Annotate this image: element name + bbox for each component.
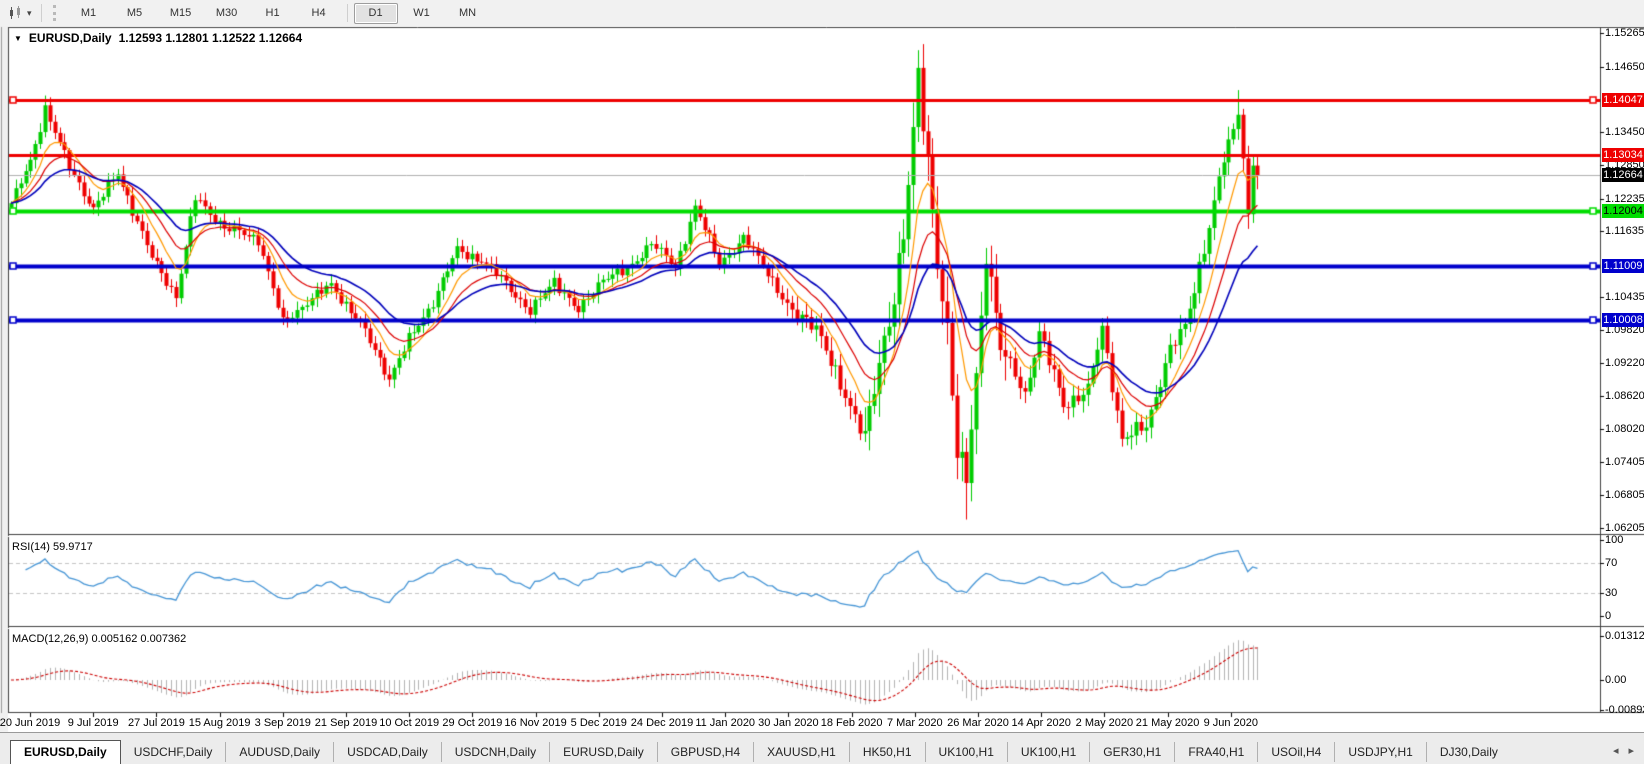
symbol-tab-usdcad-daily[interactable]: USDCAD,Daily [333,742,441,762]
toolbar-grip[interactable] [52,5,60,21]
symbol-tab-eurusd-daily[interactable]: EURUSD,Daily [10,740,121,764]
chart-canvas[interactable] [0,26,1644,764]
chart-window [0,26,1644,764]
symbol-tab-usdchf-daily[interactable]: USDCHF,Daily [121,742,226,762]
symbol-tab-ger30-h1[interactable]: GER30,H1 [1089,742,1174,762]
symbol-tab-usdjpy-h1[interactable]: USDJPY,H1 [1334,742,1425,762]
timeframe-button-h1[interactable]: H1 [251,3,295,24]
tab-scroll-left-icon[interactable]: ◂ [1613,744,1619,757]
symbol-tab-fra40-h1[interactable]: FRA40,H1 [1174,742,1257,762]
symbol-tab-bar: EURUSD,Daily USDCHF,Daily AUDUSD,Daily USDC… [0,732,1644,764]
chart-type-icon[interactable] [6,4,26,22]
symbol-tab-uk100-h1[interactable]: UK100,H1 [1006,742,1089,762]
trading-terminal: ▾ M1 M5 M15 M30 H1 H4 D1 W1 MN ▼ EURUSD,Daily 1.… [0,0,1644,764]
symbol-tab-usoil-h4[interactable]: USOil,H4 [1257,742,1334,762]
timeframe-toolbar: ▾ M1 M5 M15 M30 H1 H4 D1 W1 MN [0,0,1644,27]
toolbar-separator [346,4,348,22]
timeframe-button-m5[interactable]: M5 [113,3,157,24]
symbol-tab-gbpusd-h4[interactable]: GBPUSD,H4 [656,742,753,762]
timeframe-button-w1[interactable]: W1 [400,3,444,24]
tab-scroll-right-icon[interactable]: ▸ [1628,744,1634,757]
timeframe-button-h4[interactable]: H4 [297,3,341,24]
toolbar-separator [40,4,42,22]
symbol-tab-hk50-h1[interactable]: HK50,H1 [848,742,925,762]
timeframe-button-m30[interactable]: M30 [205,3,249,24]
symbol-tab-uk100-h1[interactable]: UK100,H1 [924,742,1007,762]
timeframe-button-d1[interactable]: D1 [353,2,398,24]
timeframe-button-m1[interactable]: M1 [67,3,111,24]
symbol-tab-usdcnh-daily[interactable]: USDCNH,Daily [440,742,549,762]
symbol-dropdown-icon[interactable]: ▼ [14,34,22,43]
symbol-tab-dj30-daily[interactable]: DJ30,Daily [1425,742,1511,762]
symbol-tab-eurusd-daily[interactable]: EURUSD,Daily [549,742,657,762]
symbol-tab-xauusd-h1[interactable]: XAUUSD,H1 [753,742,849,762]
chart-type-dropdown-icon[interactable]: ▾ [27,8,32,19]
symbol-tab-audusd-daily[interactable]: AUDUSD,Daily [225,742,333,762]
timeframe-button-mn[interactable]: MN [446,3,490,24]
timeframe-button-m15[interactable]: M15 [159,3,203,24]
